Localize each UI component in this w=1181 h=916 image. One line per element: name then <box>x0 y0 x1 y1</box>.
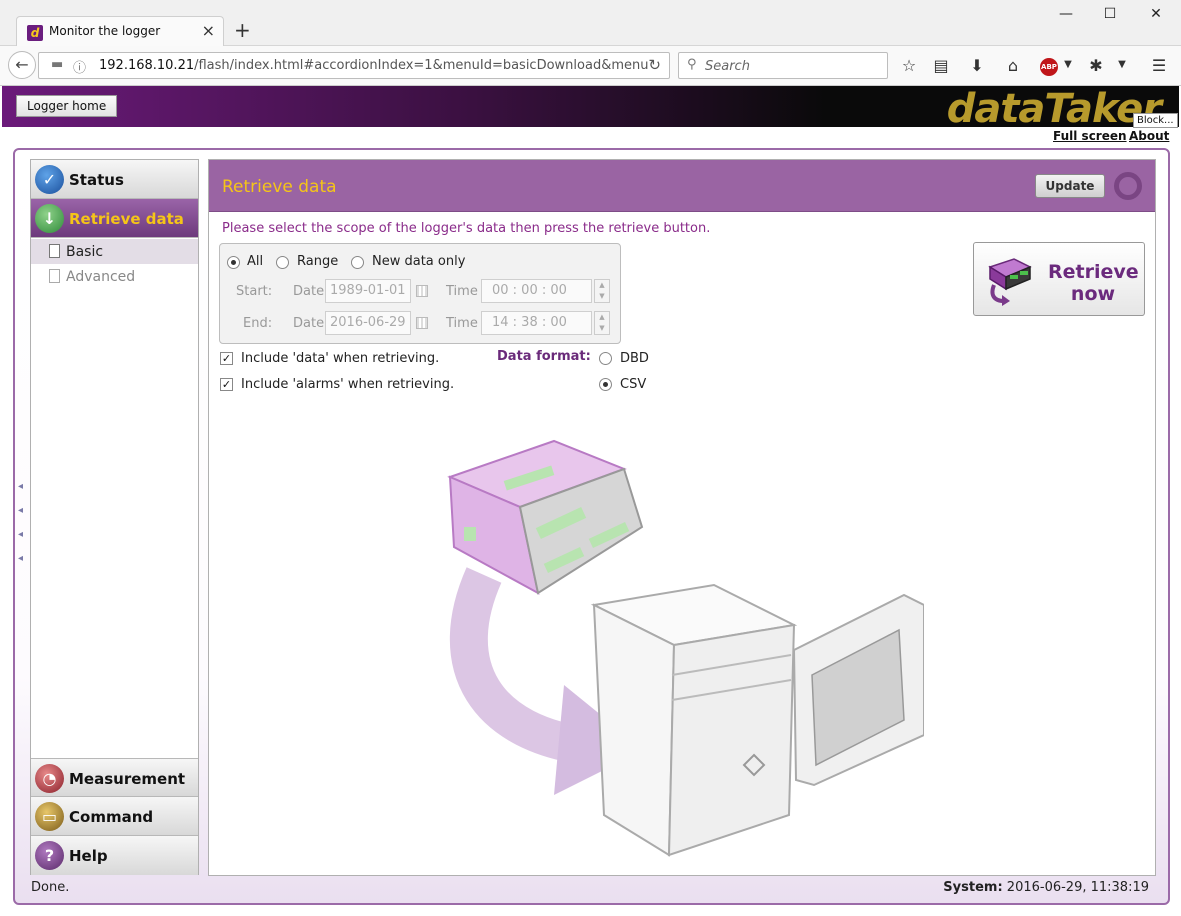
sidebar-item-status[interactable]: ✓ Status <box>31 160 198 199</box>
search-box[interactable]: ⚲ Search <box>678 52 888 79</box>
content-header: Retrieve data Update <box>209 160 1155 212</box>
sidebar-item-label: Measurement <box>69 770 186 788</box>
sidebar-subitem-advanced[interactable]: Advanced <box>31 264 198 289</box>
about-link[interactable]: About <box>1129 129 1169 143</box>
sidebar: ✓ Status ↓ Retrieve data Basic Advanced … <box>30 159 199 875</box>
dropdown-icon[interactable]: ▼ <box>1058 59 1078 70</box>
activity-spinner-icon <box>1114 172 1142 200</box>
maximize-icon[interactable]: ☐ <box>1100 6 1120 22</box>
retrieve-now-label: Retrieve now <box>1048 261 1139 305</box>
end-time-field[interactable]: 14 : 38 : 00 <box>481 311 592 335</box>
instruction-text: Please select the scope of the logger's … <box>222 221 711 236</box>
reading-list-icon[interactable]: ▤ <box>931 56 951 75</box>
end-label: End: <box>243 316 273 331</box>
radio-all[interactable] <box>227 256 240 269</box>
sidebar-item-command[interactable]: ▭ Command <box>31 797 198 836</box>
tab-title: Monitor the logger <box>49 24 161 38</box>
reload-icon[interactable]: ↻ <box>648 56 661 74</box>
system-clock: System: 2016-06-29, 11:38:19 <box>943 880 1149 895</box>
bug-icon[interactable]: ✱ <box>1086 56 1106 75</box>
logger-to-computer-illustration <box>447 439 924 857</box>
radio-all-label: All <box>247 254 264 269</box>
radio-new-data-only[interactable] <box>351 256 364 269</box>
calendar-icon[interactable] <box>416 317 428 329</box>
sidebar-item-retrieve-data[interactable]: ↓ Retrieve data <box>31 199 198 238</box>
radio-format-csv[interactable] <box>599 378 612 391</box>
radio-format-dbd[interactable] <box>599 352 612 365</box>
start-label: Start: <box>236 284 273 299</box>
url-text: 192.168.10.21/flash/index.html#accordion… <box>99 58 649 73</box>
info-icon[interactable]: ⓘ <box>73 57 86 76</box>
new-tab-icon[interactable]: + <box>234 18 251 42</box>
sidebar-item-label: Command <box>69 808 154 826</box>
sidebar-subitem-basic[interactable]: Basic <box>31 239 198 264</box>
end-date-field[interactable]: 2016-06-29 <box>325 311 411 335</box>
browser-navbar: ← ▬ ⓘ 192.168.10.21/flash/index.html#acc… <box>0 46 1181 86</box>
home-icon[interactable]: ⌂ <box>1003 56 1023 75</box>
app-header: Logger home dataTaker <box>2 86 1179 132</box>
reader-icon: ▬ <box>51 57 64 72</box>
collapse-sidebar-handle[interactable]: ◂ ◂ ◂ ◂ <box>18 475 23 571</box>
download-icon[interactable]: ⬇ <box>967 56 987 75</box>
logger-home-button[interactable]: Logger home <box>16 95 118 117</box>
include-data-label: Include 'data' when retrieving. <box>241 351 440 366</box>
radio-range-label: Range <box>297 254 339 269</box>
search-icon: ⚲ <box>687 57 697 72</box>
include-alarms-label: Include 'alarms' when retrieving. <box>241 377 455 392</box>
dropdown-icon[interactable]: ▼ <box>1112 59 1132 70</box>
search-placeholder: Search <box>705 59 750 74</box>
radio-range[interactable] <box>276 256 289 269</box>
retrieve-now-button[interactable]: Retrieve now <box>973 242 1145 316</box>
blocked-popup-notice[interactable]: Block... <box>1133 113 1178 128</box>
sidebar-item-measurement[interactable]: ◔ Measurement <box>31 758 198 797</box>
command-icon: ▭ <box>35 802 64 831</box>
sidebar-item-help[interactable]: ? Help <box>31 836 198 875</box>
browser-tab[interactable]: d Monitor the logger × <box>16 16 224 46</box>
radio-format-csv-label: CSV <box>620 377 647 392</box>
include-alarms-checkbox[interactable]: ✓ <box>220 378 233 391</box>
sidebar-item-label: Help <box>69 847 108 865</box>
start-date-field[interactable]: 1989-01-01 <box>325 279 411 303</box>
radio-format-dbd-label: DBD <box>620 351 649 366</box>
sidebar-item-label: Status <box>69 171 124 189</box>
page-title: Retrieve data <box>222 177 337 197</box>
browser-titlebar: d Monitor the logger × + — ☐ ✕ <box>0 0 1181 46</box>
content-panel: Retrieve data Update Please select the s… <box>208 159 1156 876</box>
back-button[interactable]: ← <box>8 51 36 79</box>
update-button[interactable]: Update <box>1035 174 1105 198</box>
question-icon: ? <box>35 841 64 870</box>
scope-group: All Range New data only Start: Date 1989… <box>219 243 621 344</box>
calendar-icon[interactable] <box>416 285 428 297</box>
adblock-icon[interactable]: ABP <box>1040 58 1058 76</box>
document-icon <box>49 269 60 283</box>
end-time-label: Time <box>446 316 478 331</box>
end-time-stepper[interactable]: ▲ ▼ <box>594 311 610 335</box>
download-arrow-icon: ↓ <box>35 204 64 233</box>
bookmark-star-icon[interactable]: ☆ <box>899 56 919 75</box>
data-format-label: Data format: <box>497 349 591 364</box>
address-bar[interactable]: ▬ ⓘ 192.168.10.21/flash/index.html#accor… <box>38 52 670 79</box>
minimize-icon[interactable]: — <box>1056 6 1076 22</box>
start-date-label: Date <box>293 284 325 299</box>
close-tab-icon[interactable]: × <box>202 21 215 40</box>
sidebar-subitem-label: Advanced <box>66 269 136 285</box>
start-time-field[interactable]: 00 : 00 : 00 <box>481 279 592 303</box>
brand-logo: dataTaker <box>946 86 1162 132</box>
checkmark-icon: ✓ <box>35 165 64 194</box>
sidebar-item-label: Retrieve data <box>69 210 184 228</box>
radio-new-data-only-label: New data only <box>372 254 466 269</box>
gauge-icon: ◔ <box>35 764 64 793</box>
document-icon <box>49 244 60 258</box>
logger-download-icon <box>988 258 1032 306</box>
include-data-checkbox[interactable]: ✓ <box>220 352 233 365</box>
start-time-stepper[interactable]: ▲ ▼ <box>594 279 610 303</box>
status-text: Done. <box>31 880 70 895</box>
start-time-label: Time <box>446 284 478 299</box>
full-screen-link[interactable]: Full screen <box>1053 129 1127 143</box>
menu-icon[interactable]: ☰ <box>1149 56 1169 75</box>
window-close-icon[interactable]: ✕ <box>1146 6 1166 22</box>
end-date-label: Date <box>293 316 325 331</box>
sidebar-subitem-label: Basic <box>66 244 104 260</box>
favicon-icon: d <box>27 25 43 41</box>
